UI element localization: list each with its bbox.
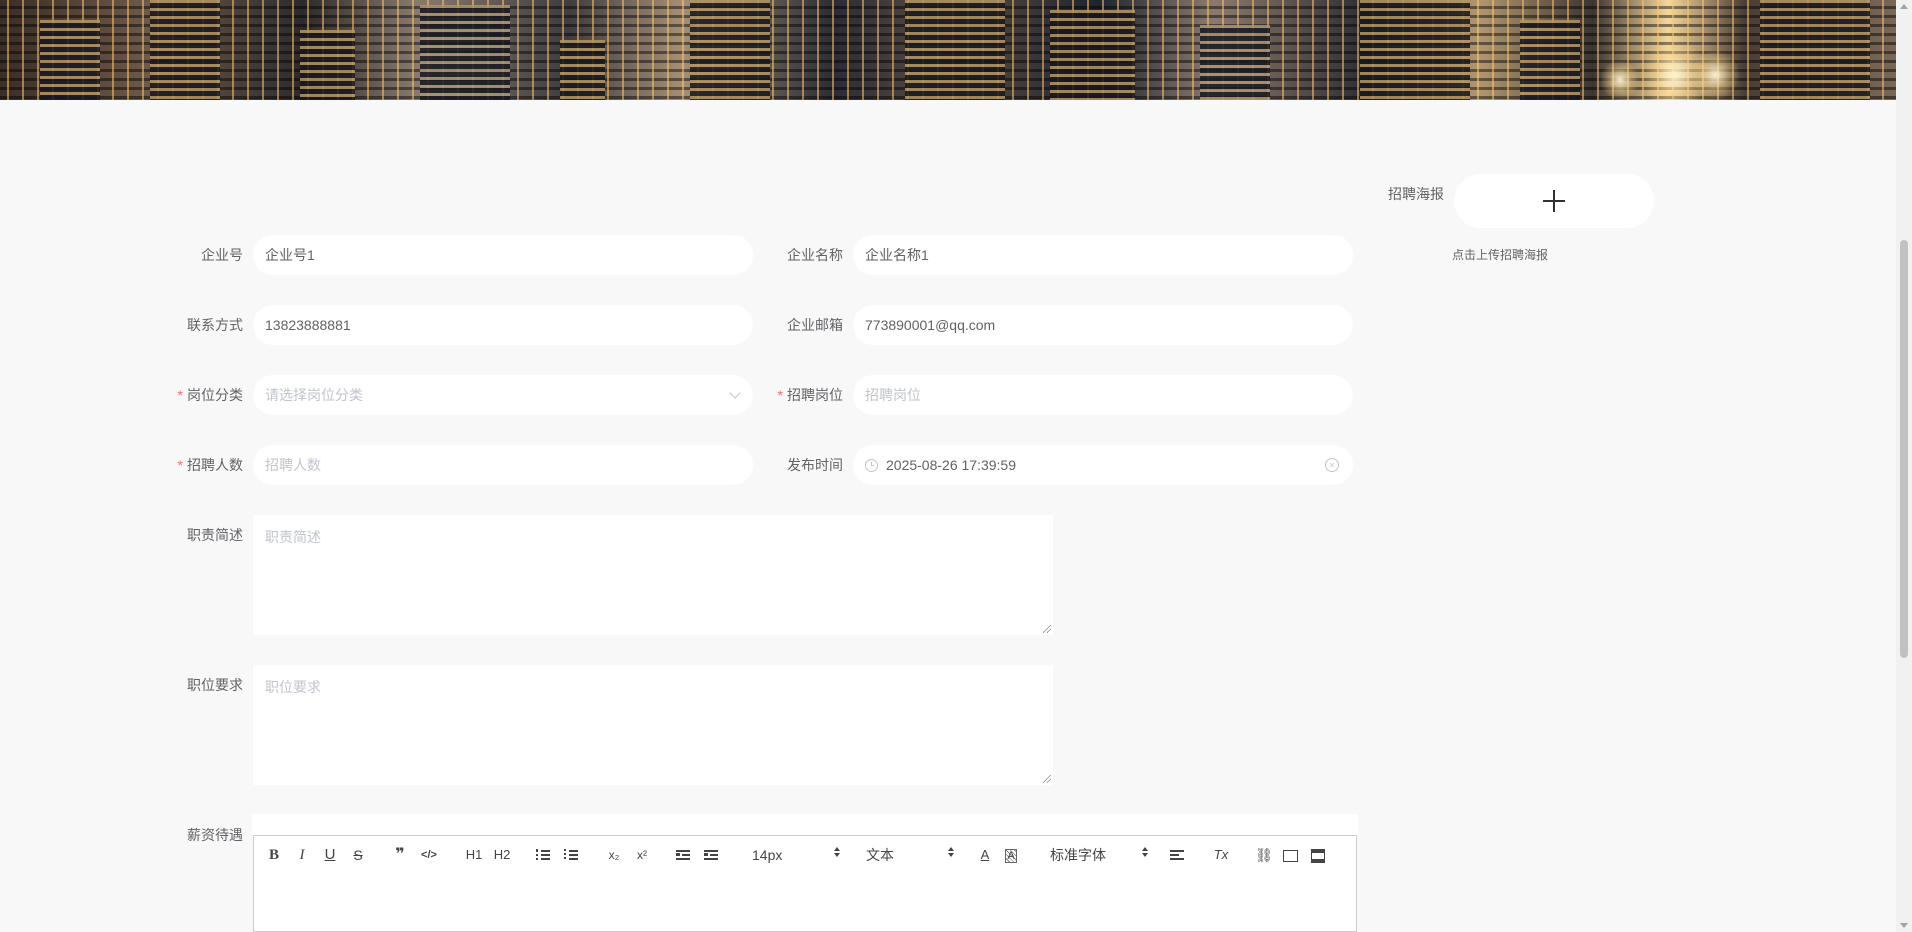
video-icon[interactable]	[1308, 836, 1328, 874]
font-family-picker[interactable]: 标准字体	[1050, 836, 1148, 874]
publish-time-label: 发布时间	[787, 457, 843, 473]
header-2-button[interactable]: H2	[490, 836, 514, 874]
blockquote-button[interactable]: ❞	[390, 836, 410, 874]
clean-format-button[interactable]: Tx	[1210, 836, 1232, 874]
headcount-label: * 招聘人数	[160, 445, 243, 485]
company-no-input[interactable]: 企业号1	[253, 235, 753, 275]
headcount-input[interactable]: 招聘人数	[253, 445, 753, 485]
underline-button[interactable]: U	[320, 836, 340, 874]
company-no-label: 企业号	[201, 247, 243, 263]
salary-label: 薪资待遇	[187, 827, 243, 843]
clock-icon	[865, 458, 878, 472]
duties-textarea[interactable]: 职责简述	[253, 515, 1053, 635]
resize-handle[interactable]	[1043, 775, 1051, 783]
duties-label: 职责简述	[187, 527, 243, 543]
job-category-label-text: 岗位分类	[187, 387, 243, 403]
superscript-button[interactable]: x²	[632, 836, 652, 874]
scroll-down-icon[interactable]	[1900, 923, 1908, 928]
job-category-placeholder: 请选择岗位分类	[265, 387, 363, 403]
banner-image	[0, 0, 1896, 100]
italic-button[interactable]: I	[292, 836, 312, 874]
headcount-label-text: 招聘人数	[187, 457, 243, 473]
font-size-value: 14px	[752, 847, 783, 863]
subscript-button[interactable]: x₂	[604, 836, 624, 874]
outdent-icon[interactable]	[676, 849, 690, 861]
text-color-icon[interactable]: A	[976, 836, 994, 874]
scrollbar-thumb[interactable]	[1900, 240, 1908, 658]
header-picker[interactable]: 文本	[866, 836, 954, 874]
required-mark: *	[177, 387, 183, 403]
scroll-up-icon[interactable]	[1900, 4, 1908, 9]
job-title-label-text: 招聘岗位	[787, 387, 843, 403]
requirements-label: 职位要求	[187, 677, 243, 693]
company-name-input[interactable]: 企业名称1	[853, 235, 1353, 275]
job-title-label: * 招聘岗位	[760, 375, 843, 415]
strike-button[interactable]: S	[348, 836, 368, 874]
company-name-label: 企业名称	[787, 247, 843, 263]
font-family-value: 标准字体	[1050, 847, 1106, 863]
required-mark: *	[777, 387, 783, 403]
chevron-down-icon	[729, 387, 741, 399]
code-block-button[interactable]: </>	[416, 836, 442, 874]
editor-toolbar: B I U S ❞ </> H1 H2 x₂ x² 14px 文本 A A 标准…	[253, 835, 1357, 875]
poster-upload-button[interactable]	[1454, 174, 1654, 228]
requirements-placeholder: 职位要求	[265, 679, 321, 695]
publish-time-picker[interactable]: 2025-08-26 17:39:59 ×	[853, 445, 1353, 485]
salary-editor-content[interactable]	[253, 874, 1357, 932]
background-color-icon[interactable]: A	[1002, 836, 1020, 874]
poster-upload-tip: 点击上传招聘海报	[1452, 248, 1549, 262]
job-category-label: * 岗位分类	[160, 375, 243, 415]
link-icon[interactable]: ⛓	[1254, 836, 1274, 874]
header-1-button[interactable]: H1	[462, 836, 486, 874]
requirements-textarea[interactable]: 职位要求	[253, 665, 1053, 785]
duties-placeholder: 职责简述	[265, 529, 321, 545]
required-mark: *	[177, 457, 183, 473]
editor-container	[252, 814, 1358, 836]
contact-input[interactable]: 13823888881	[253, 305, 753, 345]
bullet-list-icon[interactable]	[564, 849, 578, 861]
clear-icon[interactable]: ×	[1325, 458, 1339, 472]
ordered-list-icon[interactable]	[536, 849, 550, 861]
contact-label: 联系方式	[187, 317, 243, 333]
image-icon[interactable]	[1280, 836, 1300, 874]
header-value: 文本	[866, 847, 894, 863]
page-scrollbar[interactable]	[1896, 0, 1912, 932]
bold-button[interactable]: B	[264, 836, 284, 874]
email-input[interactable]: 773890001@qq.com	[853, 305, 1353, 345]
job-title-input[interactable]: 招聘岗位	[853, 375, 1353, 415]
email-label: 企业邮箱	[787, 317, 843, 333]
page: 招聘海报 点击上传招聘海报 企业号 企业号1 企业名称 企业名称1 联系方式 1…	[0, 0, 1912, 932]
font-size-picker[interactable]: 14px	[752, 836, 840, 874]
align-left-icon[interactable]	[1170, 849, 1184, 861]
publish-time-value: 2025-08-26 17:39:59	[886, 457, 1016, 473]
job-category-select[interactable]: 请选择岗位分类	[253, 375, 753, 415]
indent-icon[interactable]	[704, 849, 718, 861]
plus-icon	[1543, 190, 1565, 212]
poster-label: 招聘海报	[1388, 186, 1444, 202]
resize-handle[interactable]	[1043, 625, 1051, 633]
